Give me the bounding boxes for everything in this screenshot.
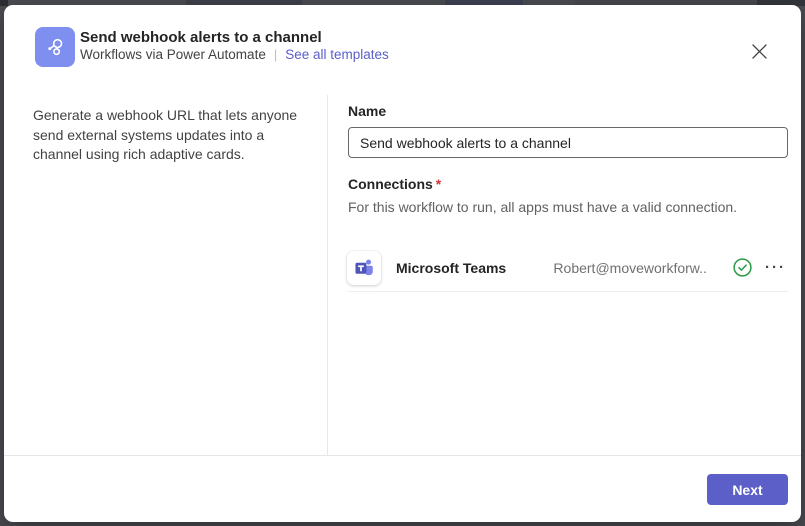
more-options-icon: ··· xyxy=(765,259,786,276)
name-label: Name xyxy=(348,103,386,119)
microsoft-teams-logo xyxy=(347,251,381,285)
see-all-templates-link[interactable]: See all templates xyxy=(285,47,389,62)
close-icon xyxy=(751,43,768,60)
connection-row: Microsoft Teams Robert@moveworkforw... ·… xyxy=(347,244,788,292)
name-input[interactable] xyxy=(348,127,788,158)
dialog-subtitle: Workflows via Power Automate | See all t… xyxy=(80,47,389,62)
subtitle-separator: | xyxy=(274,47,277,62)
connections-help-text: For this workflow to run, all apps must … xyxy=(348,199,737,215)
check-circle-icon xyxy=(733,258,752,277)
more-options-button[interactable]: ··· xyxy=(763,259,788,277)
background-window-fragment xyxy=(0,0,8,6)
next-button[interactable]: Next xyxy=(707,474,788,505)
connections-label: Connections* xyxy=(348,176,441,192)
dialog-title: Send webhook alerts to a channel xyxy=(80,29,322,46)
workflow-description: Generate a webhook URL that lets anyone … xyxy=(33,106,305,165)
workflow-setup-dialog: Send webhook alerts to a channel Workflo… xyxy=(4,5,801,522)
workflow-share-icon xyxy=(35,27,75,67)
connection-account: Robert@moveworkforw... xyxy=(553,260,708,276)
subtitle-text: Workflows via Power Automate xyxy=(80,47,266,62)
footer-divider xyxy=(4,455,801,456)
required-asterisk: * xyxy=(436,176,441,192)
close-button[interactable] xyxy=(743,35,775,67)
panel-divider xyxy=(327,95,328,455)
connection-app-name: Microsoft Teams xyxy=(396,260,508,276)
